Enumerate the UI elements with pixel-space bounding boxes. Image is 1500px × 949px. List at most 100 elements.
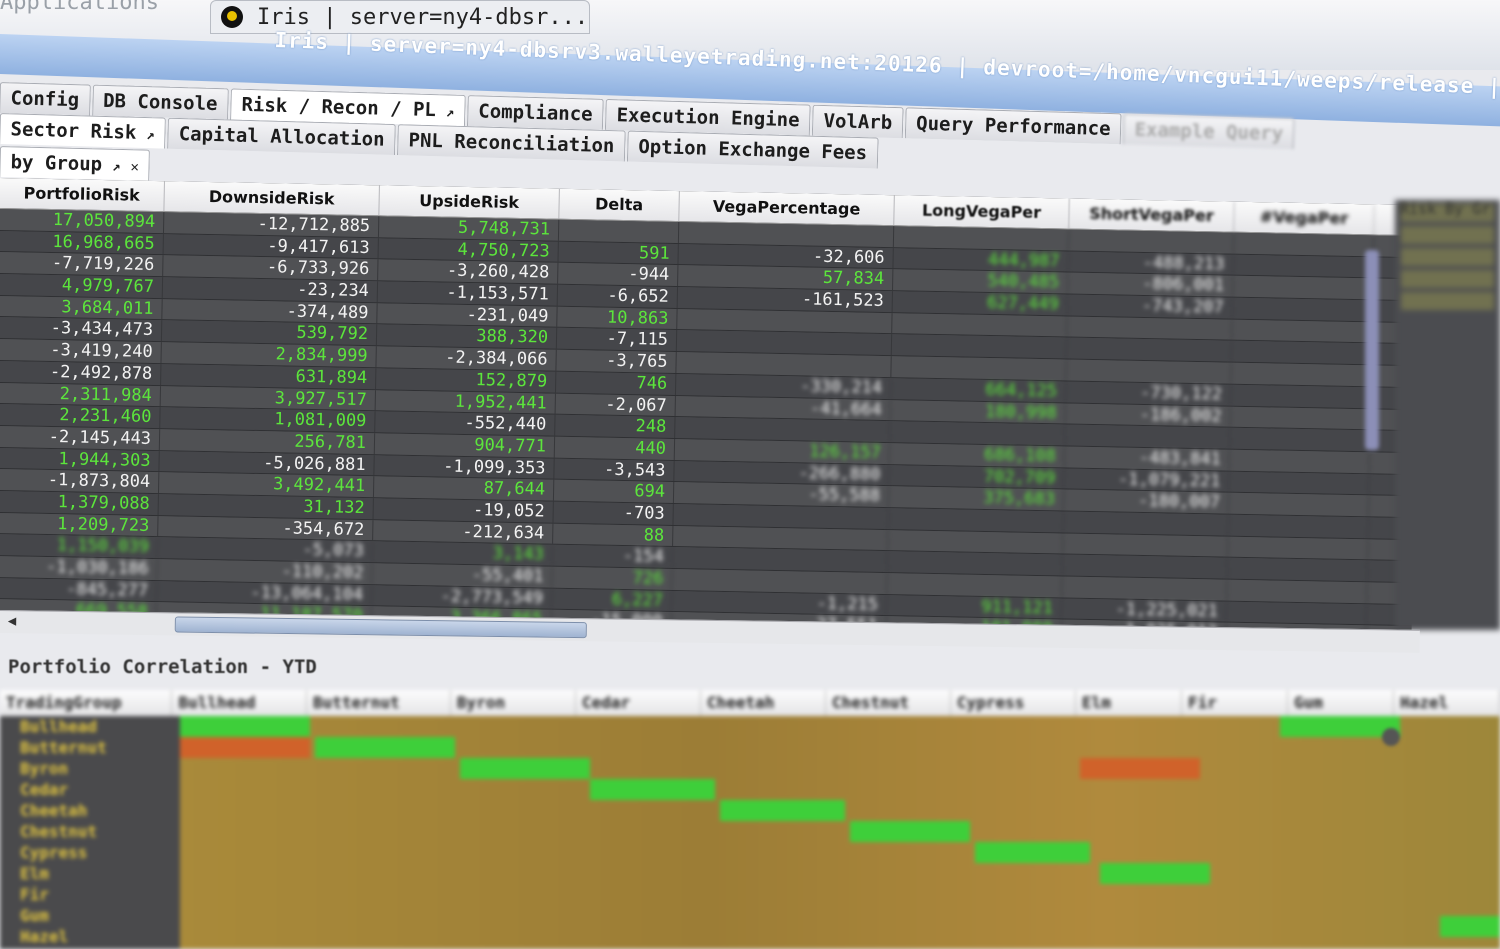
col-header-vegapercentage[interactable]: VegaPercentage	[679, 191, 895, 226]
table-cell: -806,001	[1067, 272, 1234, 297]
table-cell	[673, 503, 889, 529]
col-header-elm[interactable]: Elm	[1076, 690, 1182, 716]
corr-row-name[interactable]: Chestnut	[0, 821, 180, 842]
correlation-matrix: TradingGroup Bullhead Butternut Byron Ce…	[0, 690, 1500, 949]
resize-knob-icon[interactable]	[1382, 728, 1400, 746]
tab-pnl-reconciliation[interactable]: PNL Reconciliation	[397, 124, 626, 162]
tab-sector-risk-label: Sector Risk	[10, 118, 137, 144]
table-cell	[893, 226, 1070, 251]
col-header-cypress[interactable]: Cypress	[951, 690, 1076, 716]
table-cell: 1,944,303	[0, 447, 160, 472]
table-cell: -2,384,066	[376, 346, 557, 371]
table-cell: 4,750,723	[378, 237, 559, 263]
close-icon[interactable]: ✕	[130, 159, 139, 175]
corr-row-name[interactable]: Elm	[0, 863, 180, 884]
col-header-hazel[interactable]: Hazel	[1394, 690, 1500, 716]
portfolio-correlation-title: Portfolio Correlation - YTD	[8, 656, 317, 678]
taskbar-window-label: Iris | server=ny4-dbsr...	[257, 4, 589, 30]
col-header-chestnut[interactable]: Chestnut	[826, 690, 951, 716]
corr-row-name[interactable]: Gum	[0, 905, 180, 926]
table-cell: -552,440	[375, 411, 556, 436]
corr-row-name[interactable]: Butternut	[0, 737, 180, 758]
side-panel	[1395, 200, 1500, 630]
table-cell: -3,765	[556, 349, 677, 373]
table-cell: -5,026,881	[159, 450, 375, 476]
grid-vertical-scrollbar[interactable]	[1365, 250, 1379, 450]
applications-menu[interactable]: Applications	[0, 0, 159, 15]
undock-icon[interactable]: ↗	[446, 104, 455, 120]
table-cell	[1230, 427, 1371, 452]
col-header-gum[interactable]: Gum	[1288, 690, 1394, 716]
col-header-bullhead[interactable]: Bullhead	[172, 690, 307, 716]
table-cell: -231,049	[377, 303, 558, 328]
corr-row-name[interactable]: Cheetah	[0, 800, 180, 821]
tab-example-query[interactable]: Example Query	[1123, 113, 1295, 150]
table-cell: 31,132	[158, 494, 374, 519]
col-header-portfoliorisk[interactable]: PortfolioRisk	[0, 178, 165, 212]
corr-cell-diagonal	[850, 821, 970, 842]
tab-option-exchange-fees[interactable]: Option Exchange Fees	[626, 130, 879, 169]
table-cell: -3,434,473	[0, 317, 163, 342]
scroll-thumb[interactable]	[174, 616, 587, 639]
table-cell	[673, 525, 889, 551]
col-header-cedar[interactable]: Cedar	[576, 690, 701, 716]
table-cell: -9,417,613	[163, 233, 379, 259]
table-cell: 4,979,767	[0, 274, 164, 298]
table-cell: 2,311,984	[0, 382, 162, 407]
tab-volarb[interactable]: VolArb	[812, 104, 904, 139]
table-cell: 631,894	[161, 363, 377, 389]
tab-config[interactable]: Config	[0, 82, 91, 116]
table-cell: 2,231,460	[0, 404, 161, 428]
tab-compliance[interactable]: Compliance	[466, 95, 605, 130]
col-header-tradinggroup[interactable]: TradingGroup	[0, 690, 173, 716]
corr-row-name[interactable]: Cedar	[0, 779, 180, 800]
col-header-vegaper[interactable]: #VegaPer	[1234, 201, 1375, 235]
corr-row-name[interactable]: Fir	[0, 884, 180, 905]
taskbar-window-tab[interactable]: Iris | server=ny4-dbsr...	[210, 0, 590, 34]
scroll-left-icon[interactable]: ◀	[8, 613, 17, 629]
table-cell: -1,225,021	[1061, 598, 1228, 623]
col-header-shortvegaper[interactable]: ShortVegaPer	[1069, 198, 1235, 232]
side-panel-line	[1401, 248, 1494, 266]
table-cell: -944	[558, 263, 679, 287]
table-cell: -110,202	[157, 559, 373, 584]
undock-icon[interactable]: ↗	[146, 127, 155, 143]
tab-db-console[interactable]: DB Console	[91, 84, 229, 120]
table-cell	[677, 308, 893, 334]
corr-row-name[interactable]: Hazel	[0, 926, 180, 947]
col-header-longvegaper[interactable]: LongVegaPer	[894, 195, 1070, 229]
corr-row-name[interactable]: Cypress	[0, 842, 180, 863]
table-cell: -743,207	[1067, 294, 1233, 319]
corr-row-name[interactable]: Bullhead	[0, 716, 180, 737]
col-header-cheetah[interactable]: Cheetah	[701, 690, 826, 716]
tab-capital-allocation[interactable]: Capital Allocation	[167, 117, 397, 156]
tab-by-group[interactable]: by Group ↗ ✕	[0, 146, 151, 181]
table-cell	[1232, 276, 1374, 300]
corr-row-name[interactable]: Byron	[0, 758, 180, 779]
table-cell	[888, 508, 1064, 533]
tab-sector-risk[interactable]: Sector Risk ↗	[0, 113, 167, 149]
table-cell: 1,952,441	[375, 389, 556, 414]
table-cell: 5,748,731	[378, 216, 560, 241]
corr-cell-diagonal	[720, 800, 845, 821]
table-cell: 3,684,011	[0, 295, 163, 320]
col-header-downsiderisk[interactable]: DownsideRisk	[164, 181, 380, 216]
risk-grid-body: 17,050,894 -12,712,885 5,748,731 16,968,665…	[0, 208, 1420, 646]
col-header-delta[interactable]: Delta	[559, 188, 680, 222]
table-cell: 1,150,039	[0, 534, 159, 559]
col-header-fir[interactable]: Fir	[1182, 690, 1288, 716]
corr-cell-diagonal	[590, 779, 715, 800]
col-header-butternut[interactable]: Butternut	[307, 690, 451, 716]
table-cell: 911,121	[886, 594, 1063, 619]
table-cell: -703	[553, 501, 674, 525]
table-cell	[1066, 337, 1233, 362]
table-cell	[672, 568, 888, 594]
table-cell: 694	[553, 479, 675, 503]
col-header-byron[interactable]: Byron	[451, 690, 576, 716]
portfolio-correlation-title-text: Portfolio Correlation - YTD	[8, 656, 317, 678]
tab-query-performance[interactable]: Query Performance	[904, 107, 1123, 145]
table-cell: -13,064,104	[156, 580, 373, 606]
col-header-upsiderisk[interactable]: UpsideRisk	[379, 185, 560, 219]
side-panel-line	[1401, 226, 1494, 244]
undock-icon[interactable]: ↗	[112, 159, 121, 175]
